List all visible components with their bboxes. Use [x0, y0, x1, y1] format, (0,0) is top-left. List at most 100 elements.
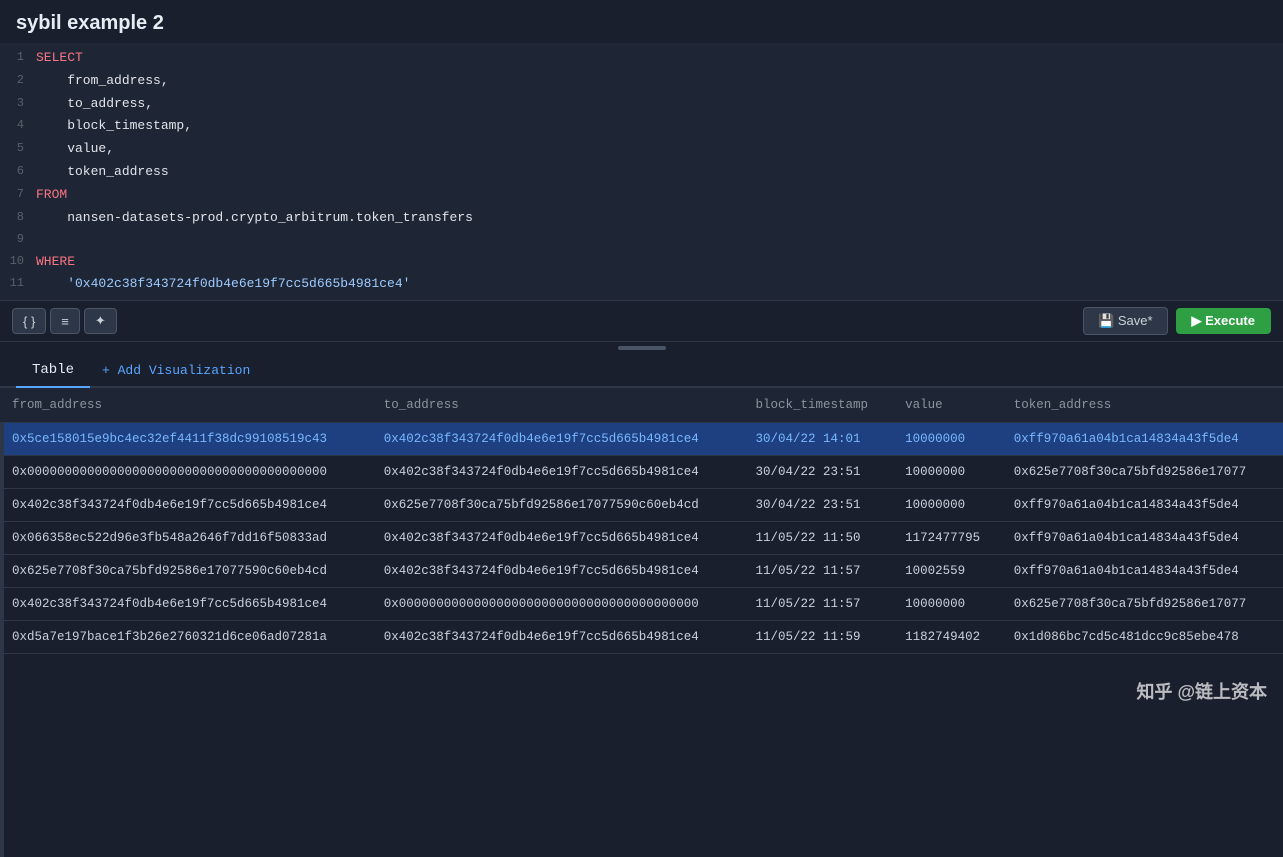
table-container[interactable]: from_address to_address block_timestamp …: [0, 388, 1283, 857]
line-content: token_address: [36, 162, 169, 183]
cell-to-address: 0x402c38f343724f0db4e6e19f7cc5d665b4981c…: [372, 522, 744, 555]
toolbar-left: { } ≡ ✦: [12, 308, 117, 334]
line-number: 6: [0, 162, 36, 181]
code-line: 11 '0x402c38f343724f0db4e6e19f7cc5d665b4…: [0, 273, 1283, 296]
code-line: 10WHERE: [0, 251, 1283, 274]
cell-value: 1172477795: [893, 522, 1002, 555]
cell-block-timestamp: 11/05/22 11:57: [743, 588, 893, 621]
cell-value: 1182749402: [893, 621, 1002, 654]
cell-from-address: 0x402c38f343724f0db4e6e19f7cc5d665b4981c…: [0, 489, 372, 522]
cell-value: 10000000: [893, 423, 1002, 456]
cell-token-address: 0xff970a61a04b1ca14834a43f5de4: [1002, 423, 1283, 456]
line-number: 11: [0, 274, 36, 293]
code-line: 5 value,: [0, 138, 1283, 161]
page-title: sybil example 2: [16, 12, 164, 34]
left-edge-indicator: [0, 388, 4, 857]
star-btn[interactable]: ✦: [84, 308, 117, 334]
toolbar: { } ≡ ✦ 💾 Save* ▶ Execute: [0, 301, 1283, 342]
drag-handle[interactable]: [0, 342, 1283, 354]
line-number: 8: [0, 208, 36, 227]
results-area: Table + Add Visualization from_address t…: [0, 354, 1283, 857]
code-editor[interactable]: 1SELECT2 from_address,3 to_address,4 blo…: [0, 43, 1283, 301]
line-content: nansen-datasets-prod.crypto_arbitrum.tok…: [36, 208, 473, 229]
cell-to-address: 0x625e7708f30ca75bfd92586e17077590c60eb4…: [372, 489, 744, 522]
col-block-timestamp: block_timestamp: [743, 388, 893, 423]
cell-from-address: 0xd5a7e197bace1f3b26e2760321d6ce06ad0728…: [0, 621, 372, 654]
table-row[interactable]: 0x5ce158015e9bc4ec32ef4411f38dc99108519c…: [0, 423, 1283, 456]
save-button[interactable]: 💾 Save*: [1083, 307, 1168, 335]
cell-token-address: 0x625e7708f30ca75bfd92586e17077: [1002, 456, 1283, 489]
cell-token-address: 0x1d086bc7cd5c481dcc9c85ebe478: [1002, 621, 1283, 654]
cell-token-address: 0x625e7708f30ca75bfd92586e17077: [1002, 588, 1283, 621]
json-btn[interactable]: { }: [12, 308, 46, 334]
page-header: sybil example 2: [0, 0, 1283, 43]
drag-bar: [618, 346, 666, 350]
line-content: WHERE: [36, 252, 75, 273]
toolbar-right: 💾 Save* ▶ Execute: [1083, 307, 1271, 335]
line-number: 7: [0, 185, 36, 204]
code-line: 2 from_address,: [0, 70, 1283, 93]
table-row[interactable]: 0xd5a7e197bace1f3b26e2760321d6ce06ad0728…: [0, 621, 1283, 654]
line-content: to_address,: [36, 94, 153, 115]
table-header: from_address to_address block_timestamp …: [0, 388, 1283, 423]
cell-block-timestamp: 30/04/22 14:01: [743, 423, 893, 456]
cell-value: 10002559: [893, 555, 1002, 588]
col-to-address: to_address: [372, 388, 744, 423]
cell-from-address: 0x625e7708f30ca75bfd92586e17077590c60eb4…: [0, 555, 372, 588]
cell-token-address: 0xff970a61a04b1ca14834a43f5de4: [1002, 522, 1283, 555]
cell-from-address: 0x5ce158015e9bc4ec32ef4411f38dc99108519c…: [0, 423, 372, 456]
cell-block-timestamp: 11/05/22 11:50: [743, 522, 893, 555]
table-row[interactable]: 0x625e7708f30ca75bfd92586e17077590c60eb4…: [0, 555, 1283, 588]
cell-value: 10000000: [893, 456, 1002, 489]
code-line: 4 block_timestamp,: [0, 115, 1283, 138]
cell-block-timestamp: 11/05/22 11:59: [743, 621, 893, 654]
table-row[interactable]: 0x066358ec522d96e3fb548a2646f7dd16f50833…: [0, 522, 1283, 555]
cell-block-timestamp: 11/05/22 11:57: [743, 555, 893, 588]
cell-to-address: 0x402c38f343724f0db4e6e19f7cc5d665b4981c…: [372, 621, 744, 654]
cell-to-address: 0x402c38f343724f0db4e6e19f7cc5d665b4981c…: [372, 456, 744, 489]
table-row[interactable]: 0x402c38f343724f0db4e6e19f7cc5d665b4981c…: [0, 588, 1283, 621]
code-line: 6 token_address: [0, 161, 1283, 184]
cell-from-address: 0x00000000000000000000000000000000000000…: [0, 456, 372, 489]
col-value: value: [893, 388, 1002, 423]
line-number: 3: [0, 94, 36, 113]
table-row[interactable]: 0x402c38f343724f0db4e6e19f7cc5d665b4981c…: [0, 489, 1283, 522]
cell-block-timestamp: 30/04/22 23:51: [743, 456, 893, 489]
code-line: 8 nansen-datasets-prod.crypto_arbitrum.t…: [0, 207, 1283, 230]
line-number: 5: [0, 139, 36, 158]
results-table: from_address to_address block_timestamp …: [0, 388, 1283, 654]
cell-block-timestamp: 30/04/22 23:51: [743, 489, 893, 522]
cell-token-address: 0xff970a61a04b1ca14834a43f5de4: [1002, 555, 1283, 588]
cell-to-address: 0x402c38f343724f0db4e6e19f7cc5d665b4981c…: [372, 423, 744, 456]
cell-to-address: 0x402c38f343724f0db4e6e19f7cc5d665b4981c…: [372, 555, 744, 588]
header-row: from_address to_address block_timestamp …: [0, 388, 1283, 423]
line-number: 2: [0, 71, 36, 90]
cell-token-address: 0xff970a61a04b1ca14834a43f5de4: [1002, 489, 1283, 522]
line-number: 10: [0, 252, 36, 271]
line-content: block_timestamp,: [36, 116, 192, 137]
col-token-address: token_address: [1002, 388, 1283, 423]
table-body: 0x5ce158015e9bc4ec32ef4411f38dc99108519c…: [0, 423, 1283, 654]
list-btn[interactable]: ≡: [50, 308, 80, 334]
code-line: 3 to_address,: [0, 93, 1283, 116]
table-row[interactable]: 0x00000000000000000000000000000000000000…: [0, 456, 1283, 489]
col-from-address: from_address: [0, 388, 372, 423]
cell-to-address: 0x00000000000000000000000000000000000000…: [372, 588, 744, 621]
line-content: SELECT: [36, 48, 83, 69]
line-content: FROM: [36, 185, 67, 206]
cell-value: 10000000: [893, 489, 1002, 522]
cell-value: 10000000: [893, 588, 1002, 621]
code-line: 1SELECT: [0, 47, 1283, 70]
cell-from-address: 0x066358ec522d96e3fb548a2646f7dd16f50833…: [0, 522, 372, 555]
code-line: 9: [0, 229, 1283, 250]
line-content: from_address,: [36, 71, 169, 92]
line-number: 1: [0, 48, 36, 67]
add-visualization-button[interactable]: + Add Visualization: [90, 355, 262, 386]
tab-table[interactable]: Table: [16, 354, 90, 388]
line-content: value,: [36, 139, 114, 160]
tabs-bar: Table + Add Visualization: [0, 354, 1283, 388]
line-number: 4: [0, 116, 36, 135]
code-line: 7FROM: [0, 184, 1283, 207]
execute-button[interactable]: ▶ Execute: [1176, 308, 1271, 334]
line-content: '0x402c38f343724f0db4e6e19f7cc5d665b4981…: [36, 274, 410, 295]
